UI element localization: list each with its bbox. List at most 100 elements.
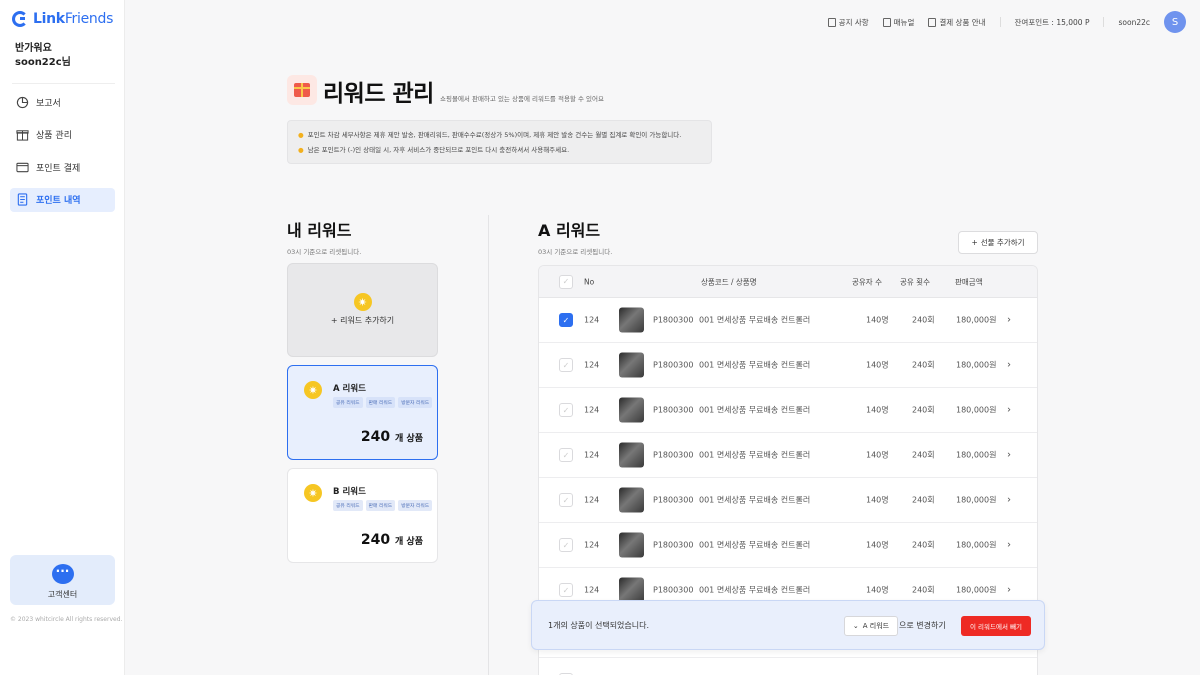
header-username: soon22c: [1118, 17, 1150, 27]
row-checkbox[interactable]: ✓: [559, 358, 573, 372]
reward-gift-icon: [287, 75, 317, 105]
row-no: 124: [584, 585, 600, 595]
book-icon: [882, 17, 891, 27]
manual-link[interactable]: 매뉴얼: [882, 17, 914, 28]
chat-bubble-icon: ···: [51, 564, 74, 584]
select-all-checkbox[interactable]: ✓: [559, 274, 573, 289]
product-thumbnail: [619, 442, 644, 468]
sidebar-item-label: 보고서: [36, 98, 61, 109]
sharer-count: 140명: [866, 360, 889, 370]
product-thumbnail: [619, 307, 644, 333]
remove-from-reward-button[interactable]: 이 리워드에서 빼기: [961, 616, 1031, 636]
sidebar-item-point-history[interactable]: 포인트 내역: [10, 187, 115, 212]
share-count: 240회: [912, 495, 935, 505]
notice-link[interactable]: 공지 사항: [827, 17, 869, 28]
product-name: 001 면세상품 무료배송 컨트롤러: [699, 315, 811, 325]
product-code: P1800300: [653, 585, 694, 595]
reward-tags: 공유 리워드 판매 리워드 방문자 리워드: [333, 397, 433, 408]
reward-select-dropdown[interactable]: ⌄ A 리워드: [844, 616, 898, 636]
product-thumbnail: [619, 487, 644, 513]
reward-tag: 판매 리워드: [365, 397, 396, 408]
reward-tag: 방문자 리워드: [398, 397, 433, 408]
customer-center-button[interactable]: ··· 고객센터: [10, 555, 115, 605]
row-checkbox[interactable]: ✓: [559, 493, 573, 507]
reward-card-a[interactable]: ✷ A 리워드 공유 리워드 판매 리워드 방문자 리워드 240 개 상품: [287, 365, 438, 460]
row-checkbox[interactable]: ✓: [559, 403, 573, 417]
sales-amount: 180,000원: [956, 315, 997, 325]
share-count: 240회: [912, 315, 935, 325]
selected-count-text: 1개의 상품이 선택되었습니다.: [548, 621, 650, 630]
point-payment-icon: [15, 160, 29, 174]
add-gift-label: 선물 추가하기: [980, 238, 1025, 247]
chevron-right-icon[interactable]: ›: [1007, 585, 1011, 596]
notice-icon: [827, 17, 836, 27]
page-title: 리워드 관리: [323, 81, 434, 107]
chevron-right-icon[interactable]: ›: [1007, 450, 1011, 461]
receipt-icon: [15, 193, 29, 207]
sales-amount: 180,000원: [956, 495, 997, 505]
share-count: 240회: [912, 360, 935, 370]
logo-text: LinkFriends: [33, 11, 114, 27]
notice-line: ● 포인트 차감 세부사항은 제휴 제안 발송, 판매리워드, 판매수수료(정상가…: [298, 131, 682, 139]
product-thumbnail: [619, 352, 644, 378]
share-count: 240회: [912, 540, 935, 550]
table-row[interactable]: [539, 658, 1037, 675]
add-reward-button[interactable]: ✷ + 리워드 추가하기: [287, 263, 438, 357]
table-row[interactable]: ✓ 124 P1800300 001 면세상품 무료배송 컨트롤러 140명 240회 18…: [539, 478, 1037, 523]
chevron-right-icon[interactable]: ›: [1007, 495, 1011, 506]
row-checkbox[interactable]: ✓: [559, 538, 573, 552]
sun-icon: ✷: [304, 381, 322, 399]
avatar[interactable]: S: [1164, 11, 1186, 33]
sharer-count: 140명: [866, 405, 889, 415]
sidebar-item-point-payment[interactable]: 포인트 결제: [10, 155, 115, 179]
payment-guide-link[interactable]: 결제 상품 안내: [928, 17, 986, 28]
notice-label: 공지 사항: [838, 17, 869, 27]
product-code: P1800300: [653, 360, 694, 370]
reward-product-count: 240 개 상품: [360, 532, 423, 548]
row-checkbox[interactable]: ✓: [559, 448, 573, 462]
table-row[interactable]: ✓ 124 P1800300 001 면세상품 무료배송 컨트롤러 140명 240회 18…: [539, 298, 1037, 343]
chevron-right-icon[interactable]: ›: [1007, 360, 1011, 371]
reward-name: B 리워드: [333, 487, 366, 497]
chevron-right-icon[interactable]: ›: [1007, 315, 1011, 326]
sidebar-item-label: 포인트 결제: [36, 163, 81, 174]
sales-amount: 180,000원: [956, 405, 997, 415]
notice-box: ● 포인트 차감 세부사항은 제휴 제안 발송, 판매리워드, 판매수수료(정상가…: [287, 120, 712, 164]
add-gift-button[interactable]: + 선물 추가하기: [958, 231, 1038, 254]
table-row[interactable]: ✓ 124 P1800300 001 면세상품 무료배송 컨트롤러 140명 240회 18…: [539, 433, 1037, 478]
customer-center-label: 고객센터: [47, 590, 78, 599]
notice-line: ● 남은 포인트가 (-)인 상태일 시, 자후 서비스가 중단되므로 포인트 다…: [298, 146, 570, 154]
sidebar-item-report[interactable]: 보고서: [10, 90, 115, 114]
sales-amount: 180,000원: [956, 450, 997, 460]
chevron-right-icon[interactable]: ›: [1007, 540, 1011, 551]
table-row[interactable]: ✓ 124 P1800300 001 면세상품 무료배송 컨트롤러 140명 240회 18…: [539, 343, 1037, 388]
gift-box-icon: [15, 128, 29, 142]
chevron-right-icon[interactable]: ›: [1007, 405, 1011, 416]
sidebar-item-products[interactable]: 상품 관리: [10, 123, 115, 147]
reward-card-b[interactable]: ✷ B 리워드 공유 리워드 판매 리워드 방문자 리워드 240 개 상품: [287, 468, 438, 563]
logo[interactable]: LinkFriends: [12, 11, 113, 27]
page-subtitle: 쇼핑몰에서 판매하고 있는 상품에 리워드를 적용할 수 있어요: [440, 95, 604, 103]
reward-name: A 리워드: [333, 384, 366, 394]
table-row[interactable]: ✓ 124 P1800300 001 면세상품 무료배송 컨트롤러 140명 240회 18…: [539, 388, 1037, 433]
copyright: © 2023 whitcircle All rights reserved.: [10, 616, 123, 623]
row-checkbox[interactable]: ✓: [559, 583, 573, 597]
reward-select-value: A 리워드: [862, 622, 890, 630]
cart-icon: [928, 17, 937, 27]
row-checkbox[interactable]: ✓: [559, 313, 573, 327]
reward-tag: 판매 리워드: [365, 500, 396, 511]
header-separator: [999, 17, 1001, 27]
sun-icon: ✷: [304, 484, 322, 502]
greeting-username: soon22c님: [15, 57, 71, 68]
greeting-line1: 반가워요: [15, 43, 52, 54]
product-code: P1800300: [653, 495, 694, 505]
share-count: 240회: [912, 405, 935, 415]
col-shares: 공유 횟수: [900, 277, 930, 286]
reward-tag: 공유 리워드: [333, 397, 363, 408]
top-header: 공지 사항 매뉴얼 결제 상품 안내 잔여포인트 : 15,000 P soon…: [126, 0, 1200, 44]
product-name: 001 면세상품 무료배송 컨트롤러: [699, 450, 811, 460]
sidebar-item-label: 포인트 내역: [36, 196, 81, 206]
table-row[interactable]: ✓ 124 P1800300 001 면세상품 무료배송 컨트롤러 140명 240회 18…: [539, 523, 1037, 568]
product-thumbnail: [619, 397, 644, 423]
chevron-down-icon: ⌄: [852, 622, 859, 630]
